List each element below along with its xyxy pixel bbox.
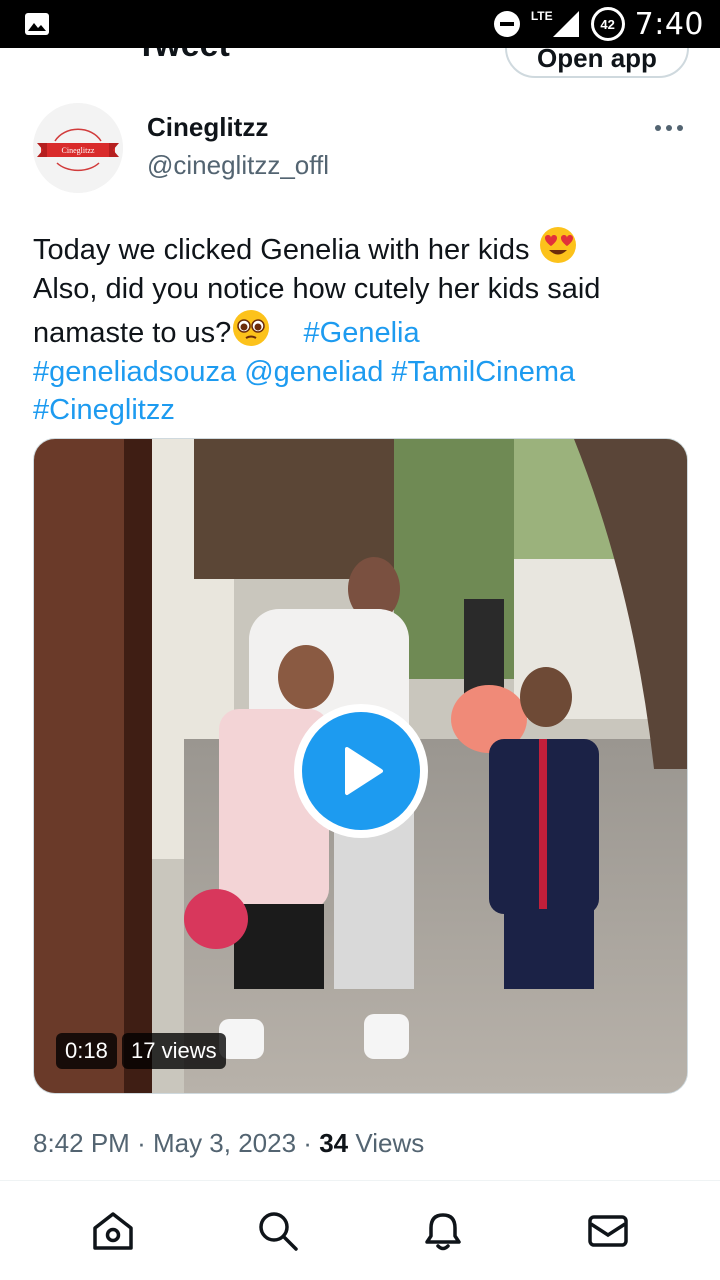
- bottom-navigation: [0, 1181, 720, 1280]
- play-icon: [345, 747, 383, 795]
- tweet-text: Today we clicked Genelia with her kids A…: [33, 225, 693, 430]
- notifications-icon: [424, 1212, 461, 1250]
- battery-level: 42: [600, 16, 615, 32]
- home-icon: [92, 1211, 133, 1250]
- meta-separator: ·: [303, 1128, 312, 1158]
- page-title: Tweet: [136, 48, 230, 65]
- cineglitzz-logo: Cineglitzz: [33, 103, 123, 193]
- signal-icon: [552, 11, 579, 37]
- hashtag-genelia[interactable]: #Genelia: [304, 317, 420, 349]
- tweet-header: Tweet Open app: [0, 48, 720, 92]
- gallery-icon: [25, 13, 49, 35]
- view-count: 34: [319, 1128, 349, 1158]
- play-button[interactable]: [294, 704, 428, 838]
- hashtag-tamilcinema[interactable]: #TamilCinema: [391, 356, 575, 388]
- avatar-text: Cineglitzz: [62, 146, 95, 155]
- tweet-text-line-2: Also, did you notice how cutely her kids…: [33, 272, 601, 305]
- tweet-text-line-3: namaste to us?: [33, 317, 232, 349]
- nav-notifications[interactable]: [413, 1201, 473, 1261]
- search-icon: [258, 1211, 298, 1251]
- mention-geneliad[interactable]: @geneliad: [244, 356, 383, 388]
- video-views: 17 views: [122, 1033, 226, 1069]
- tweet-text-line-1: Today we clicked Genelia with her kids: [33, 234, 530, 266]
- tweet-time: 8:42 PM: [33, 1128, 130, 1158]
- back-arrow-icon[interactable]: [36, 48, 68, 62]
- views-label: Views: [355, 1128, 425, 1158]
- clock: 7:40: [634, 6, 704, 42]
- open-app-button[interactable]: Open app: [505, 48, 689, 78]
- nav-home[interactable]: [83, 1201, 143, 1261]
- do-not-disturb-icon: [493, 11, 520, 37]
- meta-separator: ·: [137, 1128, 146, 1158]
- author-name[interactable]: Cineglitzz: [147, 112, 268, 143]
- nav-messages[interactable]: [578, 1201, 638, 1261]
- tweet-meta: 8:42 PM · May 3, 2023 · 34 Views: [33, 1128, 424, 1159]
- status-bar: LTE 42 7:40: [0, 0, 720, 48]
- pleading-face-emoji: [233, 310, 270, 346]
- author-handle[interactable]: @cineglitzz_offl: [147, 150, 329, 181]
- video-duration: 0:18: [56, 1033, 117, 1069]
- more-options-icon[interactable]: [652, 118, 686, 138]
- battery-icon: 42: [590, 7, 625, 41]
- hashtag-geneliadsouza[interactable]: #geneliadsouza: [33, 356, 236, 388]
- hashtag-cineglitzz[interactable]: #Cineglitzz: [33, 394, 175, 426]
- nav-search[interactable]: [248, 1201, 308, 1261]
- heart-eyes-emoji: [539, 227, 576, 263]
- tweet-date: May 3, 2023: [152, 1128, 297, 1158]
- network-type: LTE: [530, 9, 553, 23]
- avatar[interactable]: Cineglitzz: [33, 103, 123, 193]
- messages-icon: [587, 1214, 628, 1247]
